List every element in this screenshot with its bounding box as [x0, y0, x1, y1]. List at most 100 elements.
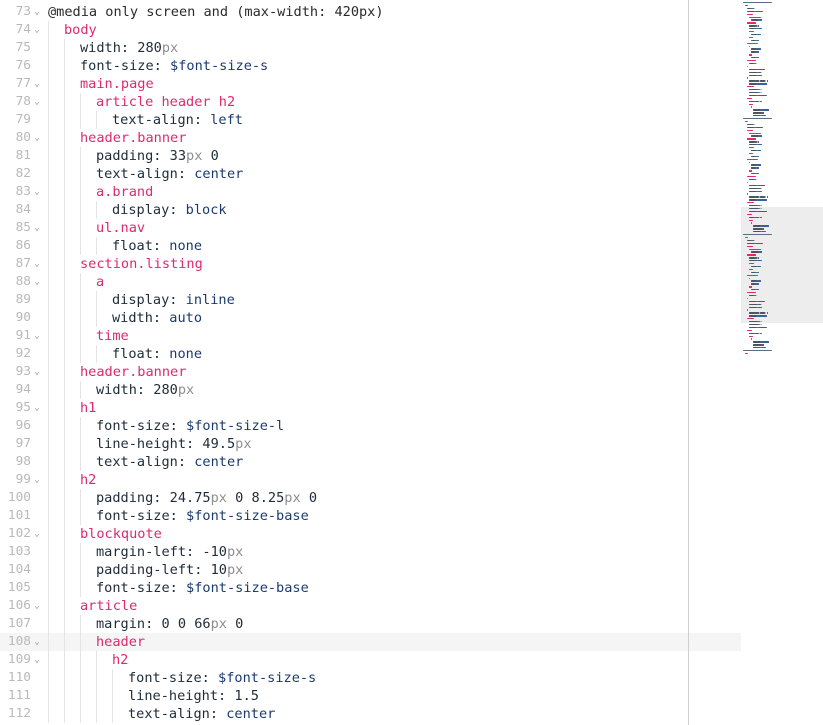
token-num: 1.5	[234, 688, 259, 704]
code-line[interactable]: 89 display: inline	[0, 291, 741, 309]
code-line[interactable]: 81 padding: 33px 0	[0, 147, 741, 165]
code-text: main.page	[80, 75, 154, 93]
minimap-token	[745, 120, 748, 123]
code-line[interactable]: 100 padding: 24.75px 0 8.25px 0	[0, 489, 741, 507]
code-line[interactable]: 83 ⌄ a.brand	[0, 183, 741, 201]
line-number: 104	[7, 562, 31, 577]
minimap-token	[759, 135, 763, 137]
line-number: 77	[15, 76, 31, 91]
code-editor[interactable]: 73 ⌄ @media only screen and (max-width: 42…	[0, 0, 741, 725]
code-line[interactable]: 104 padding-left: 10px	[0, 561, 741, 579]
chevron-down-icon[interactable]: ⌄	[32, 75, 42, 93]
line-number: 75	[15, 40, 31, 55]
code-line[interactable]: 102 ⌄ blockquote	[0, 525, 741, 543]
token-sel: time	[96, 328, 129, 344]
minimap-token	[757, 74, 762, 76]
code-line[interactable]: 92 float: none	[0, 345, 741, 363]
code-line[interactable]: 88 ⌄ a	[0, 273, 741, 291]
minimap-token	[754, 126, 764, 129]
minimap-token	[760, 323, 762, 326]
code-line[interactable]: 106 ⌄ article	[0, 597, 741, 615]
code-line[interactable]: 86 float: none	[0, 237, 741, 255]
code-line[interactable]: 101 font-size: $font-size-base	[0, 507, 741, 525]
code-line[interactable]: 97 line-height: 49.5px	[0, 435, 741, 453]
code-line[interactable]: 90 width: auto	[0, 309, 741, 327]
chevron-down-icon[interactable]: ⌄	[32, 651, 42, 669]
minimap-token	[761, 115, 766, 117]
token-var: $font-size-s	[170, 58, 269, 74]
code-line[interactable]: 103 margin-left: -10px	[0, 543, 741, 561]
minimap-token	[751, 338, 753, 340]
minimap-token	[756, 210, 768, 213]
code-line[interactable]: 105 font-size: $font-size-base	[0, 579, 741, 597]
code-text: text-align: left	[112, 111, 243, 129]
minimap-token	[761, 347, 766, 349]
token-var: $font-size-base	[186, 508, 309, 524]
code-line[interactable]: 74 ⌄ body	[0, 21, 741, 39]
line-number: 90	[15, 310, 31, 325]
code-line[interactable]: 85 ⌄ ul.nav	[0, 219, 741, 237]
chevron-down-icon[interactable]: ⌄	[32, 255, 42, 273]
chevron-down-icon[interactable]: ⌄	[32, 93, 42, 111]
minimap-token	[749, 199, 757, 201]
code-line[interactable]: 94 width: 280px	[0, 381, 741, 399]
token-unit: px	[235, 436, 252, 452]
chevron-down-icon[interactable]: ⌄	[32, 363, 42, 381]
chevron-down-icon[interactable]: ⌄	[32, 327, 42, 345]
code-line[interactable]: 78 ⌄ article header h2	[0, 93, 741, 111]
code-line[interactable]: 80 ⌄ header.banner	[0, 129, 741, 147]
chevron-down-icon[interactable]: ⌄	[32, 273, 42, 291]
minimap-token	[753, 347, 762, 349]
chevron-down-icon[interactable]: ⌄	[32, 3, 42, 21]
code-line[interactable]: 76 font-size: $font-size-s	[0, 57, 741, 75]
code-line[interactable]: 82 text-align: center	[0, 165, 741, 183]
token-sel: blockquote	[80, 526, 162, 542]
code-line[interactable]: 99 ⌄ h2	[0, 471, 741, 489]
code-line[interactable]: 77 ⌄ main.page	[0, 75, 741, 93]
minimap-token	[749, 28, 758, 30]
code-line[interactable]: 96 font-size: $font-size-l	[0, 417, 741, 435]
code-text: line-height: 49.5px	[96, 435, 252, 453]
code-line[interactable]: 98 text-align: center	[0, 453, 741, 471]
chevron-down-icon[interactable]: ⌄	[32, 525, 42, 543]
code-text: a	[96, 273, 104, 291]
code-line[interactable]: 73 ⌄ @media only screen and (max-width: 42…	[0, 3, 741, 21]
chevron-down-icon[interactable]: ⌄	[32, 471, 42, 489]
minimap-token	[755, 39, 759, 42]
code-line[interactable]: 109 ⌄ h2	[0, 651, 741, 669]
token-val: inline	[185, 292, 235, 308]
minimap-token	[747, 158, 758, 160]
minimap[interactable]	[741, 0, 823, 725]
chevron-down-icon[interactable]: ⌄	[32, 183, 42, 201]
code-text: a.brand	[96, 183, 153, 201]
code-line[interactable]: 93 ⌄ header.banner	[0, 363, 741, 381]
minimap-token	[766, 312, 768, 314]
minimap-token	[749, 184, 757, 187]
minimap-token	[743, 350, 772, 352]
code-line[interactable]: 84 display: block	[0, 201, 741, 219]
minimap-token	[749, 132, 761, 134]
token-prop: width:	[96, 382, 154, 398]
minimap-token	[749, 303, 759, 305]
minimap-token	[751, 106, 753, 108]
chevron-down-icon[interactable]: ⌄	[32, 399, 42, 417]
code-line[interactable]: 87 ⌄ section.listing	[0, 255, 741, 273]
line-number: 110	[7, 670, 31, 685]
code-line[interactable]: 108 ⌄ header	[0, 633, 741, 651]
token-num: -10	[202, 544, 227, 560]
minimap-token	[749, 187, 759, 189]
chevron-down-icon[interactable]: ⌄	[32, 633, 42, 651]
code-line[interactable]: 95 ⌄ h1	[0, 399, 741, 417]
token-prop: float:	[112, 346, 170, 362]
line-number: 108	[7, 634, 31, 649]
code-line[interactable]: 91 ⌄ time	[0, 327, 741, 345]
chevron-down-icon[interactable]: ⌄	[32, 129, 42, 147]
print-margin-line	[688, 0, 689, 725]
chevron-down-icon[interactable]: ⌄	[32, 597, 42, 615]
code-line[interactable]: 107 margin: 0 0 66px 0	[0, 615, 741, 633]
code-line[interactable]: 75 width: 280px	[0, 39, 741, 57]
chevron-down-icon[interactable]: ⌄	[32, 219, 42, 237]
code-line[interactable]: 79 text-align: left	[0, 111, 741, 129]
code-text: section.listing	[80, 255, 203, 273]
chevron-down-icon[interactable]: ⌄	[32, 21, 42, 39]
